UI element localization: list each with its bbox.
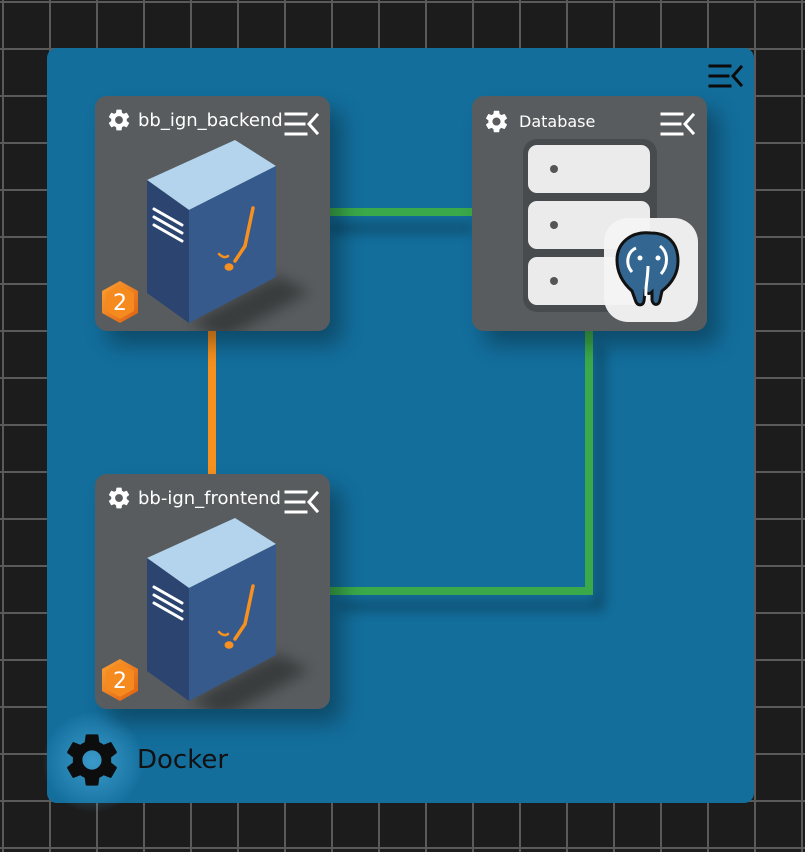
- node-frontend[interactable]: bb-ign_frontend 2: [95, 474, 330, 709]
- diagram-canvas: bb_ign_backend 2 Database bb-ign_fronten…: [0, 0, 805, 852]
- collapse-menu-icon[interactable]: [284, 489, 320, 515]
- node-title: bb_ign_backend: [138, 110, 283, 131]
- container-label: Docker: [137, 745, 229, 775]
- replica-count: 2: [113, 291, 127, 316]
- collapse-menu-icon[interactable]: [284, 111, 320, 137]
- gear-icon[interactable]: [106, 485, 132, 511]
- replica-badge: 2: [100, 658, 140, 702]
- gear-icon[interactable]: [60, 728, 124, 792]
- connection-frontend-database[interactable]: [328, 330, 593, 595]
- node-database[interactable]: Database: [472, 96, 707, 331]
- node-title: Database: [519, 112, 596, 131]
- node-backend[interactable]: bb_ign_backend 2: [95, 96, 330, 331]
- node-title: bb-ign_frontend: [138, 488, 281, 509]
- gear-icon[interactable]: [483, 108, 510, 135]
- gear-icon[interactable]: [106, 107, 132, 133]
- replica-count: 2: [113, 669, 127, 694]
- collapse-menu-icon[interactable]: [660, 111, 696, 137]
- replica-badge: 2: [100, 280, 140, 324]
